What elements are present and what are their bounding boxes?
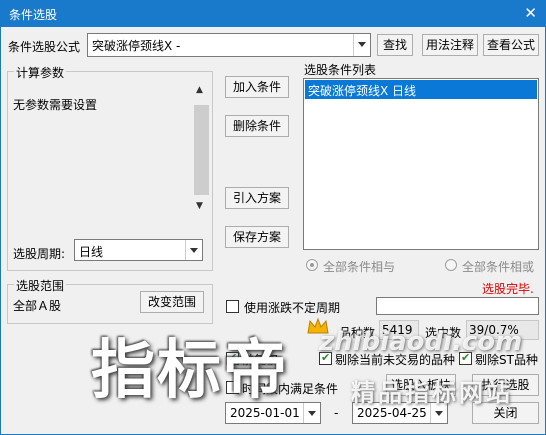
scroll-up-icon[interactable]: ▲ bbox=[196, 85, 203, 95]
watermark-domain: zhibiaodi.com bbox=[319, 327, 523, 357]
add-condition-button[interactable]: 加入条件 bbox=[225, 76, 289, 98]
formula-select[interactable]: 突破涨停颈线X - bbox=[87, 33, 371, 57]
formula-label: 条件选股公式 bbox=[8, 40, 81, 54]
crown-icon bbox=[307, 317, 329, 335]
usage-button[interactable]: 用法注释 bbox=[422, 34, 478, 56]
params-text: 无参数需要设置 bbox=[13, 98, 98, 112]
chevron-down-icon[interactable] bbox=[303, 403, 320, 423]
chevron-down-icon[interactable] bbox=[185, 240, 202, 260]
watermark-title: 指标帝 bbox=[91, 334, 289, 408]
uncertain-period-checkbox[interactable] bbox=[226, 300, 239, 313]
delete-condition-button[interactable]: 删除条件 bbox=[225, 115, 289, 137]
and-label: 全部条件相与 bbox=[323, 260, 396, 274]
dialog-window: 条件选股 ✕ 条件选股公式 突破涨停颈线X - 查找 用法注释 查看公式 计算参… bbox=[0, 0, 546, 435]
end-date-value: 2025-04-25 bbox=[357, 406, 427, 420]
or-radio[interactable] bbox=[445, 259, 457, 271]
formula-select-value: 突破涨停颈线X - bbox=[92, 39, 181, 53]
scroll-thumb[interactable] bbox=[194, 105, 209, 195]
scroll-down-icon[interactable]: ▼ bbox=[196, 201, 203, 211]
find-button[interactable]: 查找 bbox=[377, 34, 413, 56]
save-plan-button[interactable]: 保存方案 bbox=[225, 226, 289, 248]
view-formula-button[interactable]: 查看公式 bbox=[483, 34, 539, 56]
range-value: 全部Ａ股 bbox=[13, 299, 62, 313]
title-bar: 条件选股 ✕ bbox=[1, 1, 545, 27]
uncertain-period-label: 使用涨跌不定周期 bbox=[244, 301, 341, 315]
period-label: 选股周期: bbox=[13, 247, 66, 261]
date-separator: - bbox=[334, 406, 339, 420]
period-value: 日线 bbox=[79, 245, 104, 259]
chevron-down-icon[interactable] bbox=[353, 34, 370, 56]
params-scrollbar[interactable]: ▲ ▼ bbox=[193, 81, 210, 216]
import-plan-button[interactable]: 引入方案 bbox=[225, 187, 289, 209]
status-text: 选股完毕. bbox=[482, 282, 534, 296]
period-select[interactable]: 日线 bbox=[74, 239, 203, 261]
close-icon[interactable]: ✕ bbox=[524, 4, 537, 22]
range-group-label: 选股范围 bbox=[14, 277, 67, 294]
and-radio[interactable] bbox=[306, 259, 318, 271]
window-title: 条件选股 bbox=[9, 8, 58, 22]
conditions-label: 选股条件列表 bbox=[304, 63, 377, 77]
watermark-subtitle: 精品指标网站 bbox=[351, 379, 513, 407]
conditions-list[interactable]: 突破涨停颈线X 日线 bbox=[303, 78, 539, 250]
change-range-button[interactable]: 改变范围 bbox=[140, 291, 204, 313]
uncertain-period-field[interactable] bbox=[376, 297, 539, 315]
or-label: 全部条件相或 bbox=[462, 260, 535, 274]
params-group-label: 计算参数 bbox=[14, 64, 67, 81]
list-item[interactable]: 突破涨停颈线X 日线 bbox=[305, 80, 537, 99]
